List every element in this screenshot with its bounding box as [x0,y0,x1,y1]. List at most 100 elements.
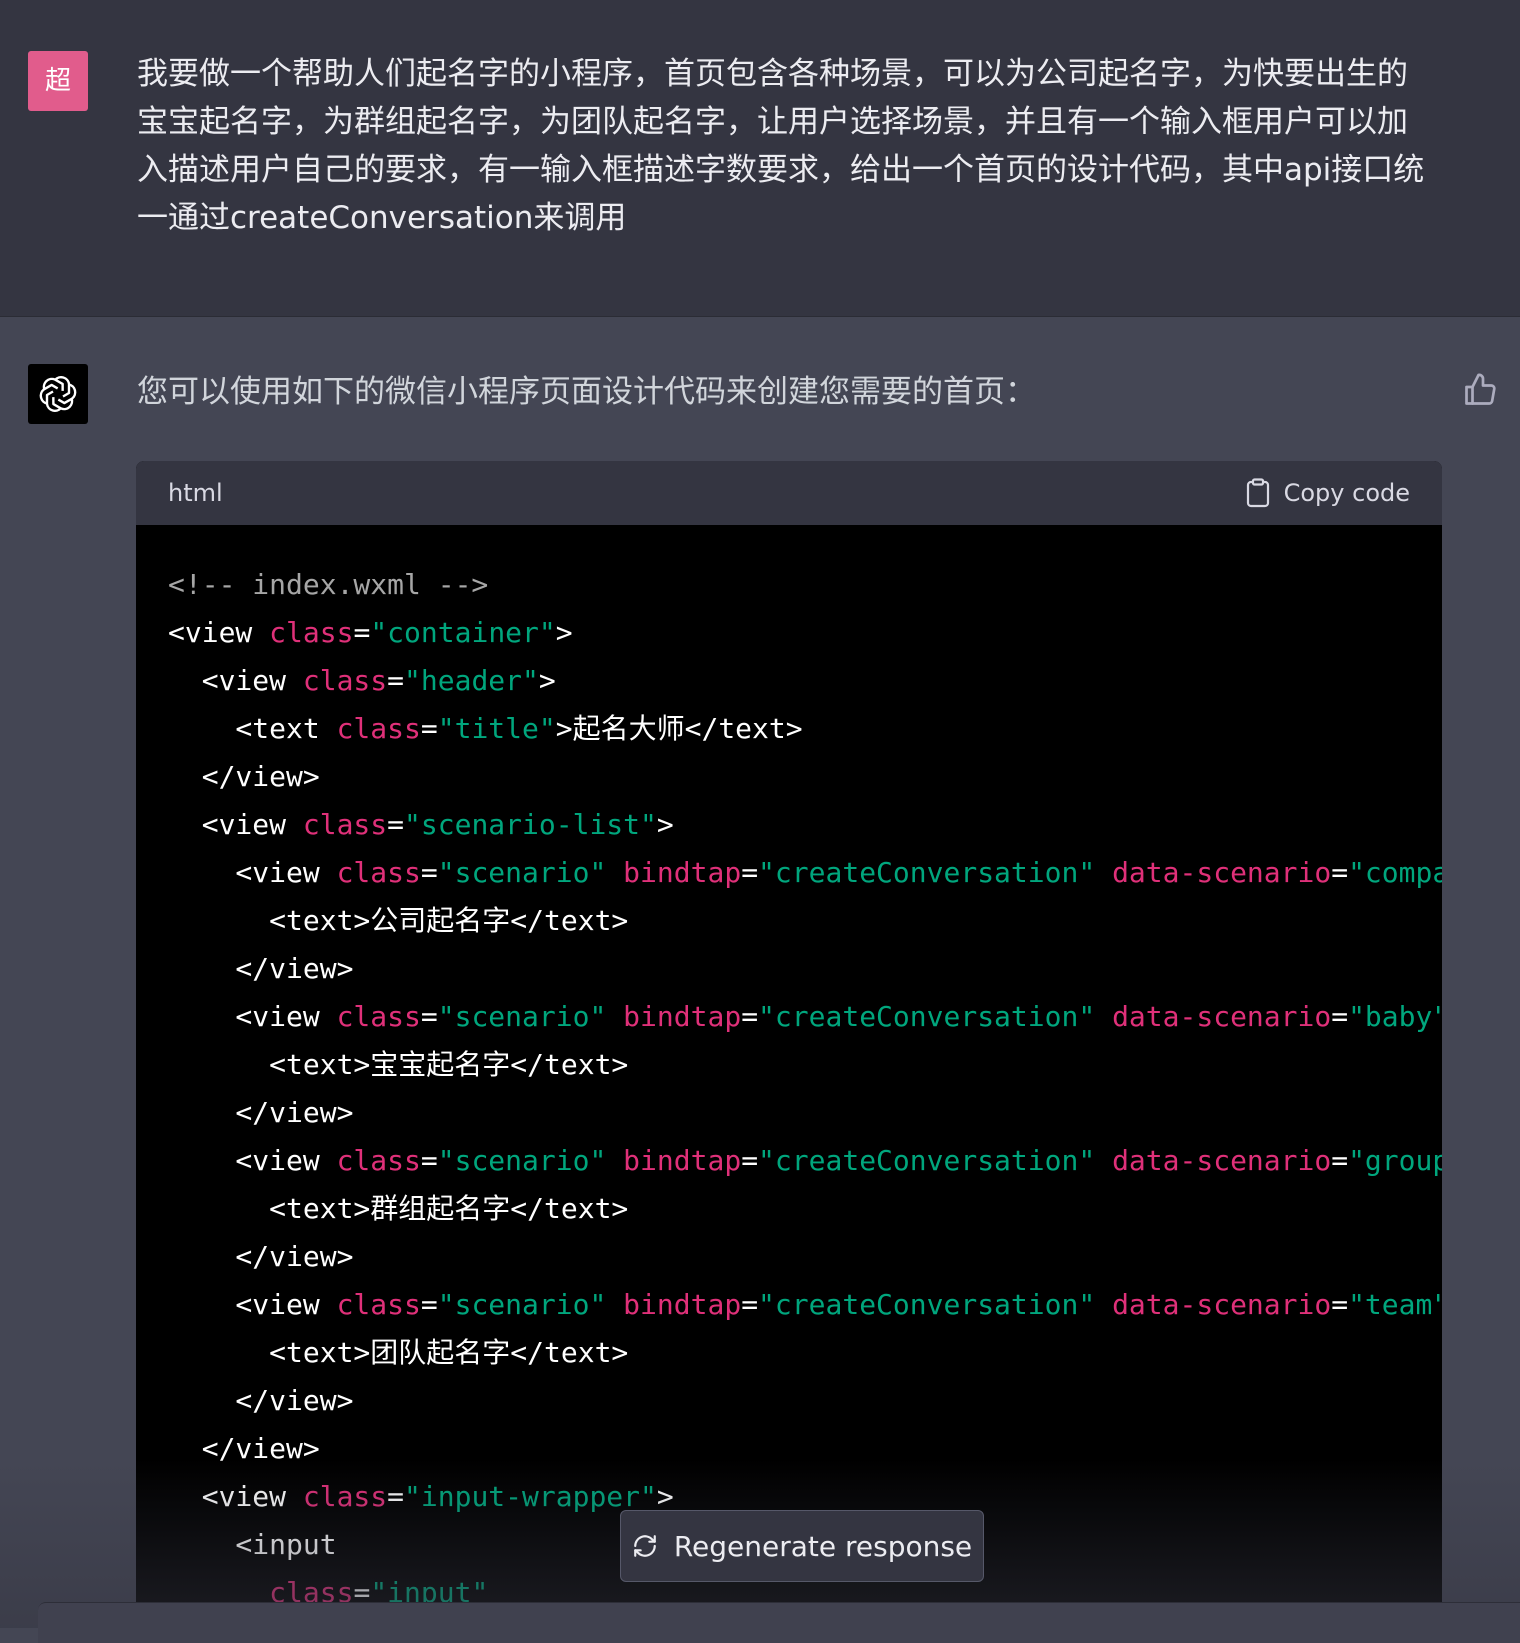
code-text-token: </view> [168,1384,354,1417]
code-text-token: <view [168,1144,337,1177]
code-text-token: = [1331,856,1349,889]
regenerate-response-button[interactable]: Regenerate response [620,1510,984,1582]
code-string-token: "scenario-list" [404,808,657,841]
code-string-token: "title" [437,712,556,745]
code-text-token: <text>群组起名字</text> [168,1192,629,1225]
code-text-token: = [1331,1288,1349,1321]
code-attribute-token: class [302,808,388,841]
code-attribute-token: data-scenario [1112,1000,1332,1033]
code-text-token: > [656,808,674,841]
code-string-token: "scenario" [437,1144,607,1177]
code-line: </view> [168,1089,1442,1137]
code-attribute-token: data-scenario [1112,1288,1332,1321]
code-text-token: = [1331,1000,1349,1033]
code-string-token: "group [1348,1144,1442,1177]
assistant-intro-text: 您可以使用如下的微信小程序页面设计代码来创建您需要的首页： [137,374,1036,410]
code-text-token: = [387,664,405,697]
copy-code-button[interactable]: Copy code [1246,477,1410,509]
code-attribute-token: bindtap [623,856,742,889]
code-text-token: </view> [168,1240,354,1273]
code-line: </view> [168,1377,1442,1425]
code-text-token: <view [168,616,270,649]
message-input-bar[interactable] [38,1602,1520,1643]
refresh-icon [633,1535,656,1557]
user-avatar: 超 [28,51,88,111]
regenerate-response-label: Regenerate response [673,1529,973,1563]
code-line: <text>宝宝起名字</text> [168,1041,1442,1089]
code-string-token: "container" [370,616,556,649]
code-line: </view> [168,753,1442,801]
code-text-token: </view> [168,1096,354,1129]
code-text-token: <text>宝宝起名字</text> [168,1048,629,1081]
code-string-token: "createConversation" [758,1144,1096,1177]
code-text-token: <view [168,856,337,889]
code-attribute-token: class [336,712,421,745]
code-attribute-token: data-scenario [1112,856,1332,889]
user-message-row: 超 我要做一个帮助人们起名字的小程序，首页包含各种场景，可以为公司起名字，为快要… [0,0,1520,317]
code-attribute-token: class [302,664,388,697]
code-string-token: "baby" [1348,1000,1442,1033]
thumbs-up-icon[interactable] [1462,372,1498,408]
code-text-token: </view> [168,760,320,793]
code-text-token: = [387,808,405,841]
code-content: <!-- index.wxml --> <view class="containe… [136,525,1442,1617]
code-attribute-token: class [336,1288,421,1321]
openai-logo-icon [39,376,77,412]
code-attribute-token: class [336,1144,421,1177]
code-attribute-token: data-scenario [1112,1144,1332,1177]
copy-code-label: Copy code [1283,479,1410,507]
code-language-label: html [168,479,223,507]
code-text-token: = [420,1144,438,1177]
code-attribute-token: class [336,1000,421,1033]
assistant-avatar [28,364,88,424]
code-line: </view> [168,1233,1442,1281]
code-text-token: </view> [168,952,354,985]
code-line: <text>群组起名字</text> [168,1185,1442,1233]
code-string-token: "scenario" [437,1000,607,1033]
code-text-token: = [741,1144,759,1177]
code-line: <!-- index.wxml --> [168,561,1442,609]
code-text-token: > [555,616,573,649]
code-string-token: "scenario" [437,1288,607,1321]
code-string-token: "scenario" [437,856,607,889]
code-line: <view class="scenario" bindtap="createCo… [168,993,1442,1041]
code-line: <view class="container"> [168,609,1442,657]
code-line: </view> [168,945,1442,993]
code-string-token: "input-wrapper" [404,1480,657,1513]
code-text-token: = [353,616,371,649]
code-text-token: <view [168,1288,337,1321]
code-line: </view> [168,1425,1442,1473]
code-text-token: = [420,856,438,889]
code-attribute-token: class [302,1480,388,1513]
code-line: <view class="scenario" bindtap="createCo… [168,849,1442,897]
code-block-header: html Copy code [136,461,1442,525]
code-attribute-token: bindtap [623,1144,742,1177]
code-attribute-token: bindtap [623,1000,742,1033]
code-attribute-token: class [269,616,354,649]
code-text-token: = [741,1000,759,1033]
code-line: <text>团队起名字</text> [168,1329,1442,1377]
code-string-token: "team" [1348,1288,1442,1321]
code-line: <view class="scenario" bindtap="createCo… [168,1137,1442,1185]
code-string-token: "createConversation" [758,856,1096,889]
code-text-token: = [1331,1144,1349,1177]
code-text-token: <view [168,1480,303,1513]
code-string-token: "createConversation" [758,1000,1096,1033]
user-message-text: 我要做一个帮助人们起名字的小程序，首页包含各种场景，可以为公司起名字，为快要出生… [137,56,1425,236]
code-line: <text>公司起名字</text> [168,897,1442,945]
code-text-token: <view [168,1000,337,1033]
code-attribute-token: bindtap [623,1288,742,1321]
code-text-token: <text>公司起名字</text> [168,904,629,937]
code-string-token: "createConversation" [758,1288,1096,1321]
code-attribute-token: class [336,856,421,889]
code-text-token: <view [168,808,303,841]
code-line: <view class="scenario-list"> [168,801,1442,849]
